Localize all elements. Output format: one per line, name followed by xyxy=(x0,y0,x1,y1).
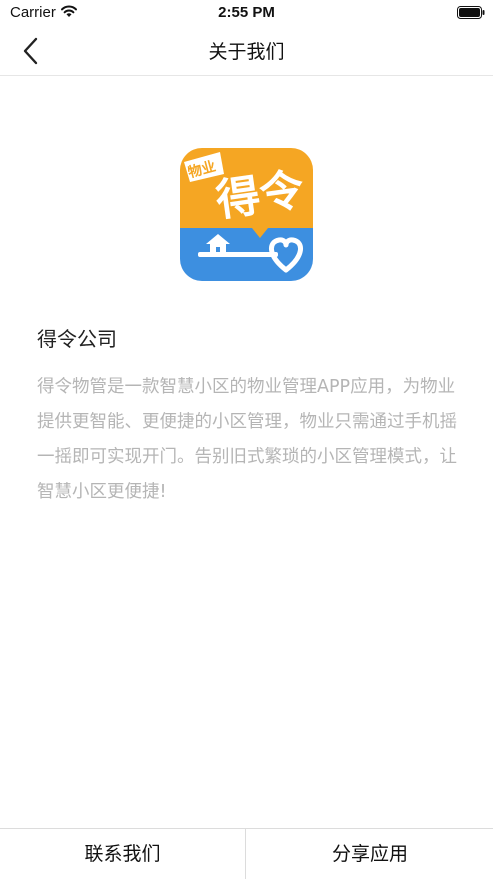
page-title: 关于我们 xyxy=(208,41,285,63)
app-logo: 物业 得令 xyxy=(180,148,313,281)
status-bar: Carrier 2:55 PM xyxy=(0,0,493,26)
status-time: 2:55 PM xyxy=(218,4,275,21)
app-logo-image: 物业 得令 xyxy=(180,148,313,281)
battery-icon xyxy=(457,6,485,19)
company-description: 得令物管是一款智慧小区的物业管理APP应用，为物业提供更智能、更便捷的小区管理，… xyxy=(37,377,457,502)
bottom-action-bar: 联系我们 分享应用 xyxy=(0,828,493,879)
contact-us-button[interactable]: 联系我们 xyxy=(0,829,246,879)
navigation-bar: 关于我们 xyxy=(0,26,493,76)
company-name: 得令公司 xyxy=(37,327,117,351)
share-app-button[interactable]: 分享应用 xyxy=(247,829,493,879)
